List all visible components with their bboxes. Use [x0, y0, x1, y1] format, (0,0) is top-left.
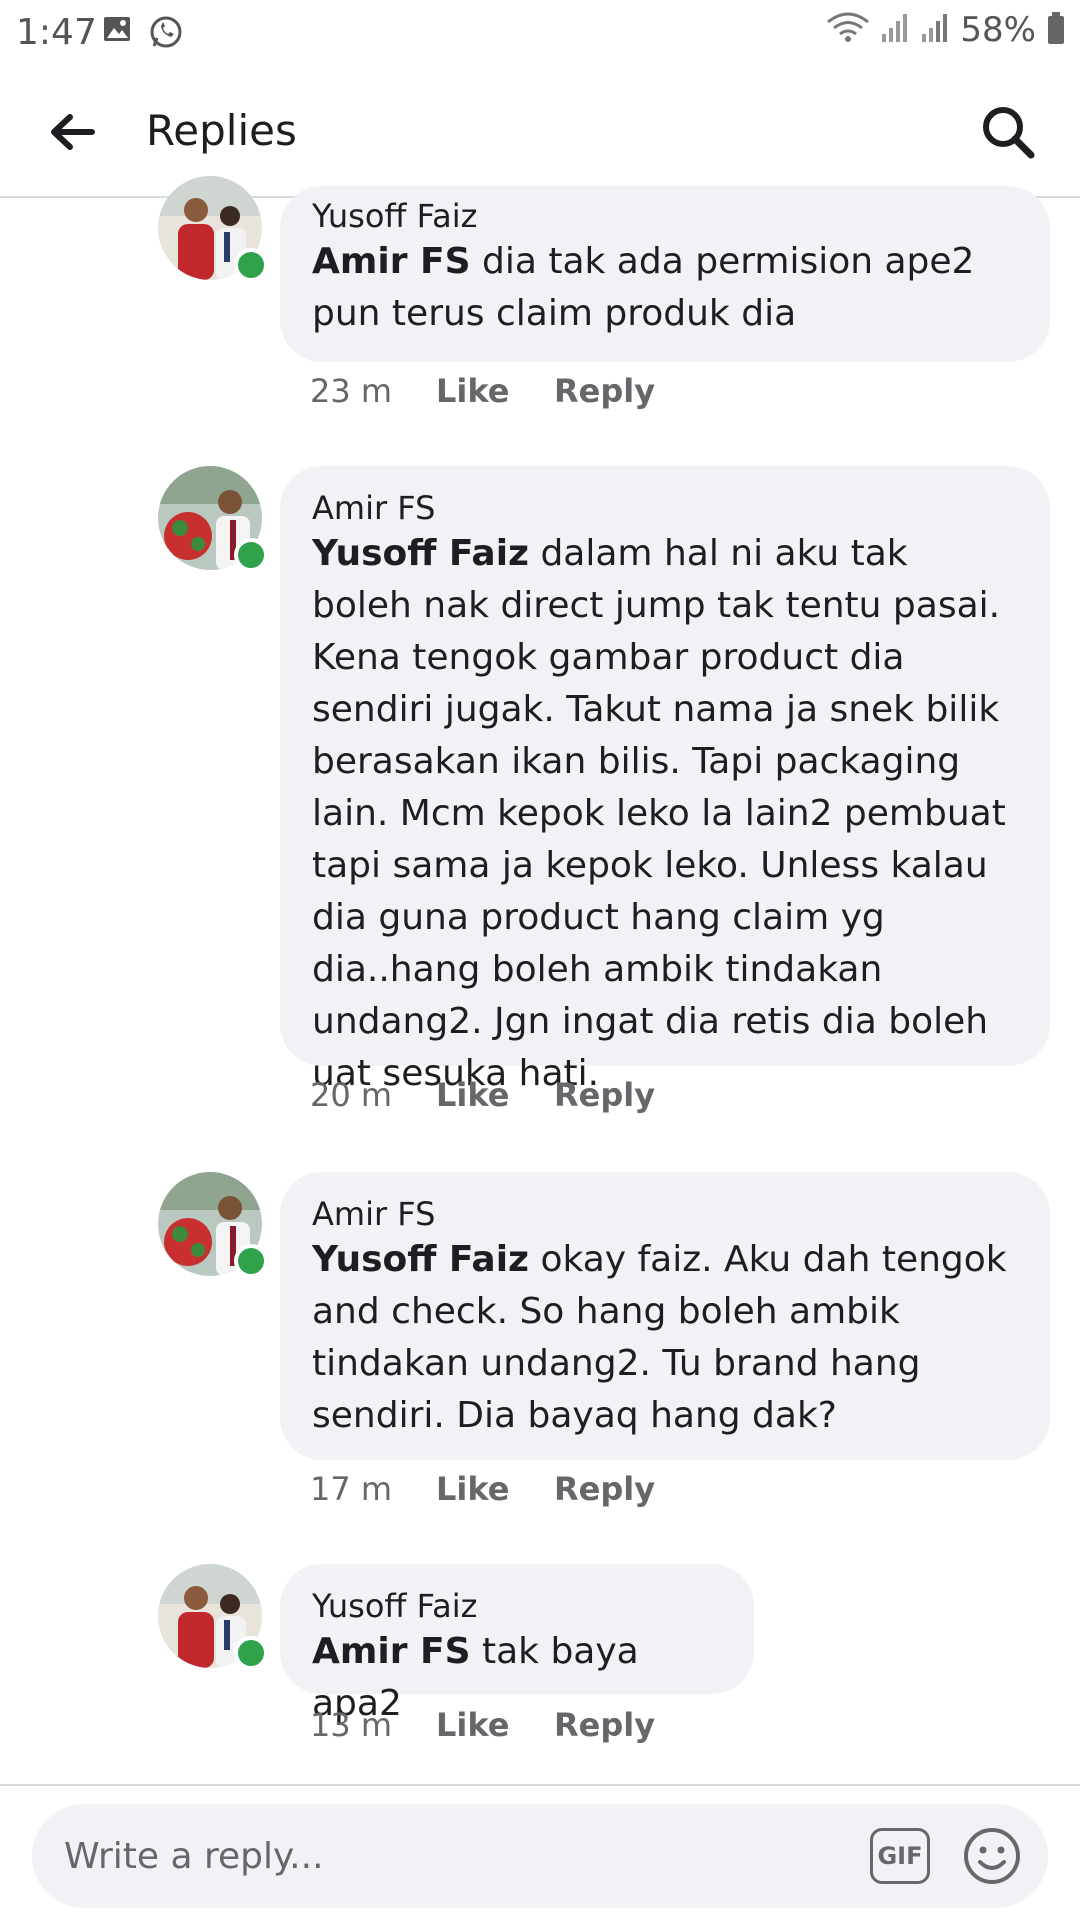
battery-percent: 58%: [960, 10, 1036, 50]
reply-input-container: GIF: [32, 1804, 1048, 1910]
status-time: 1:47: [16, 12, 97, 53]
comment-actions: 13 m Like Reply: [310, 1706, 655, 1744]
comment-time[interactable]: 23 m: [310, 372, 436, 410]
back-button[interactable]: [44, 104, 100, 160]
comment-author[interactable]: Yusoff Faiz: [312, 196, 1018, 236]
gif-button[interactable]: GIF: [870, 1828, 930, 1884]
comment-author[interactable]: Amir FS: [312, 488, 1018, 528]
like-button[interactable]: Like: [436, 372, 554, 410]
comment-text: Yusoff Faiz dalam hal ni aku tak boleh n…: [312, 528, 1018, 1100]
like-button[interactable]: Like: [436, 1706, 554, 1744]
signal-icon: [920, 12, 950, 48]
like-button[interactable]: Like: [436, 1470, 554, 1508]
comment-actions: 17 m Like Reply: [310, 1470, 655, 1508]
reply-button[interactable]: Reply: [554, 372, 655, 410]
reply-button[interactable]: Reply: [554, 1076, 655, 1114]
search-icon: [983, 107, 1035, 159]
comment-time[interactable]: 17 m: [310, 1470, 436, 1508]
mention-link[interactable]: Yusoff Faiz: [312, 533, 529, 574]
online-status-dot: [234, 538, 268, 572]
comment-author[interactable]: Amir FS: [312, 1194, 1018, 1234]
comment-text: Yusoff Faiz okay faiz. Aku dah tengok an…: [312, 1234, 1018, 1442]
comment-body: dalam hal ni aku tak boleh nak direct ju…: [312, 533, 1006, 1094]
wifi-icon: [826, 12, 870, 48]
search-button[interactable]: [976, 100, 1040, 164]
comment-time[interactable]: 13 m: [310, 1706, 436, 1744]
whatsapp-icon: [148, 14, 184, 54]
arrow-left-icon: [51, 114, 95, 150]
comment-bubble[interactable]: Yusoff Faiz Amir FS tak baya apa2: [280, 1564, 754, 1724]
comment-author[interactable]: Yusoff Faiz: [312, 1586, 722, 1626]
comment-time[interactable]: 20 m: [310, 1076, 436, 1114]
mention-link[interactable]: Amir FS: [312, 241, 471, 282]
like-button[interactable]: Like: [436, 1076, 554, 1114]
reply-button[interactable]: Reply: [554, 1470, 655, 1508]
comment-bubble[interactable]: Amir FS Yusoff Faiz dalam hal ni aku tak…: [280, 466, 1050, 1094]
online-status-dot: [234, 1244, 268, 1278]
page-title: Replies: [146, 106, 297, 155]
comment-bubble[interactable]: Yusoff Faiz Amir FS dia tak ada permisio…: [280, 186, 1050, 362]
comment-bubble[interactable]: Amir FS Yusoff Faiz okay faiz. Aku dah t…: [280, 1172, 1050, 1460]
gallery-icon: [102, 14, 132, 48]
battery-icon: [1046, 11, 1066, 49]
comment-actions: 20 m Like Reply: [310, 1076, 655, 1114]
mention-link[interactable]: Amir FS: [312, 1631, 471, 1672]
comment-actions: 23 m Like Reply: [310, 372, 655, 410]
online-status-dot: [234, 1636, 268, 1670]
status-bar: 1:47 58%: [0, 0, 1080, 66]
signal-icon: [880, 12, 910, 48]
online-status-dot: [234, 248, 268, 282]
reply-button[interactable]: Reply: [554, 1706, 655, 1744]
reply-input[interactable]: [62, 1804, 846, 1910]
smiley-icon: [964, 1828, 1020, 1884]
comment-text: Amir FS dia tak ada permision ape2 pun t…: [312, 236, 1018, 340]
mention-link[interactable]: Yusoff Faiz: [312, 1239, 529, 1280]
reply-composer: GIF: [0, 1784, 1080, 1922]
app-bar: Replies: [0, 66, 1080, 198]
emoji-button[interactable]: [962, 1826, 1022, 1886]
